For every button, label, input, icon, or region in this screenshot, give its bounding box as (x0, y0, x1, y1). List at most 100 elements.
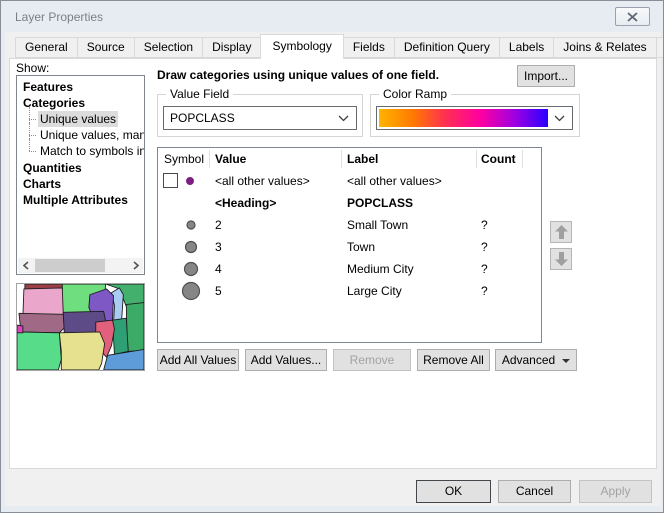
row-value: 2 (215, 214, 222, 236)
show-label: Show: (16, 61, 49, 75)
tab-fields[interactable]: Fields (343, 37, 395, 58)
window-title: Layer Properties (15, 10, 103, 24)
page-title: Draw categories using unique values of o… (157, 68, 439, 82)
show-item-quantities[interactable]: Quantities (23, 160, 82, 176)
move-down-button (550, 248, 572, 270)
tab-joins-relates[interactable]: Joins & Relates (553, 37, 656, 58)
color-ramp-select[interactable] (376, 106, 573, 130)
header-count: Count (481, 148, 516, 170)
scroll-left-icon[interactable] (18, 258, 33, 273)
region-water (104, 349, 144, 370)
region-ohio (126, 303, 144, 352)
region-kansas (17, 332, 61, 370)
column-divider (209, 150, 210, 168)
row-value: <all other values> (215, 170, 310, 192)
row-count: ? (481, 258, 488, 280)
show-item-categories[interactable]: Categories (23, 95, 85, 111)
column-divider (341, 150, 342, 168)
row-label: <all other values> (347, 170, 442, 192)
tab-symbology[interactable]: Symbology (260, 34, 343, 59)
header-value: Value (215, 148, 246, 170)
arrow-down-icon (555, 252, 568, 266)
header-symbol: Symbol (164, 148, 204, 170)
row-value: 3 (215, 236, 222, 258)
tab-display[interactable]: Display (202, 37, 261, 58)
dropdown-arrow-icon (562, 359, 570, 363)
chevron-down-icon (554, 115, 565, 122)
import-button[interactable]: Import... (517, 65, 575, 87)
advanced-button-label: Advanced (502, 353, 555, 367)
tree-branch-end-icon (27, 143, 38, 159)
table-row-class-3[interactable]: 3 Town ? (158, 236, 541, 258)
unique-values-table: Symbol Value Label Count <all other valu… (157, 147, 542, 343)
table-row-all-other-values[interactable]: <all other values> <all other values> (158, 170, 541, 192)
region-sliver (17, 325, 23, 333)
row-label: Large City (347, 280, 402, 302)
all-other-values-checkbox[interactable] (163, 173, 178, 188)
region-south-dakota (23, 288, 63, 315)
row-value: <Heading> (215, 192, 276, 214)
tab-time[interactable]: Time (656, 37, 664, 58)
value-field-label: Value Field (166, 87, 233, 101)
tab-labels[interactable]: Labels (499, 37, 554, 58)
row-count: ? (481, 236, 488, 258)
close-icon (627, 12, 638, 22)
value-field-value: POPCLASS (170, 107, 235, 129)
row-value: 5 (215, 280, 222, 302)
row-label: Small Town (347, 214, 408, 236)
tab-general[interactable]: General (15, 37, 78, 58)
row-label: Medium City (347, 258, 414, 280)
show-item-charts[interactable]: Charts (23, 176, 61, 192)
title-bar: Layer Properties (1, 1, 663, 32)
point-symbol-icon[interactable] (180, 280, 202, 302)
horizontal-scrollbar[interactable] (18, 258, 143, 273)
show-item-label: Unique values (38, 111, 118, 127)
point-symbol-icon[interactable] (180, 236, 202, 258)
row-label: POPCLASS (347, 192, 413, 214)
show-item-unique-values[interactable]: Unique values (27, 111, 118, 127)
point-symbol-icon[interactable] (180, 214, 202, 236)
chevron-down-icon (338, 115, 349, 122)
show-item-multiple-attributes[interactable]: Multiple Attributes (23, 192, 128, 208)
scrollbar-thumb[interactable] (35, 259, 105, 272)
row-count: ? (481, 214, 488, 236)
symbology-preview-map (16, 283, 145, 371)
show-item-label: Unique values, many (38, 127, 145, 143)
show-item-features[interactable]: Features (23, 79, 73, 95)
close-button[interactable] (615, 7, 650, 26)
column-divider (476, 150, 477, 168)
apply-button: Apply (579, 480, 652, 503)
table-row-class-5[interactable]: 5 Large City ? (158, 280, 541, 302)
color-ramp-gradient (379, 109, 548, 127)
advanced-button[interactable]: Advanced (495, 349, 577, 371)
cancel-button[interactable]: Cancel (498, 480, 571, 503)
header-label: Label (347, 148, 378, 170)
point-symbol-icon[interactable] (184, 170, 196, 192)
table-row-class-4[interactable]: 4 Medium City ? (158, 258, 541, 280)
row-value: 4 (215, 258, 222, 280)
remove-all-button[interactable]: Remove All (417, 349, 490, 371)
scroll-right-icon[interactable] (128, 258, 143, 273)
ok-button[interactable]: OK (416, 480, 491, 503)
tab-bar: General Source Selection Display Symbolo… (15, 36, 664, 58)
tab-source[interactable]: Source (77, 37, 135, 58)
table-row-heading[interactable]: <Heading> POPCLASS (158, 192, 541, 214)
region-indiana (112, 318, 128, 354)
tab-selection[interactable]: Selection (134, 37, 203, 58)
row-count: ? (481, 280, 488, 302)
show-item-match-to-symbols[interactable]: Match to symbols in a (27, 143, 145, 159)
symbology-tab-page: Show: Features Categories Unique values … (9, 58, 657, 469)
add-values-button[interactable]: Add Values... (245, 349, 327, 371)
tab-definition-query[interactable]: Definition Query (394, 37, 500, 58)
region-nebraska (19, 313, 64, 333)
value-field-select[interactable]: POPCLASS (163, 106, 357, 130)
region-missouri (59, 332, 104, 370)
map-preview-image (17, 284, 144, 370)
table-row-class-2[interactable]: 2 Small Town ? (158, 214, 541, 236)
remove-button: Remove (333, 349, 411, 371)
color-ramp-label: Color Ramp (379, 87, 451, 101)
point-symbol-icon[interactable] (180, 258, 202, 280)
show-item-unique-values-many[interactable]: Unique values, many (27, 127, 145, 143)
add-all-values-button[interactable]: Add All Values (157, 349, 239, 371)
move-up-button (550, 221, 572, 243)
